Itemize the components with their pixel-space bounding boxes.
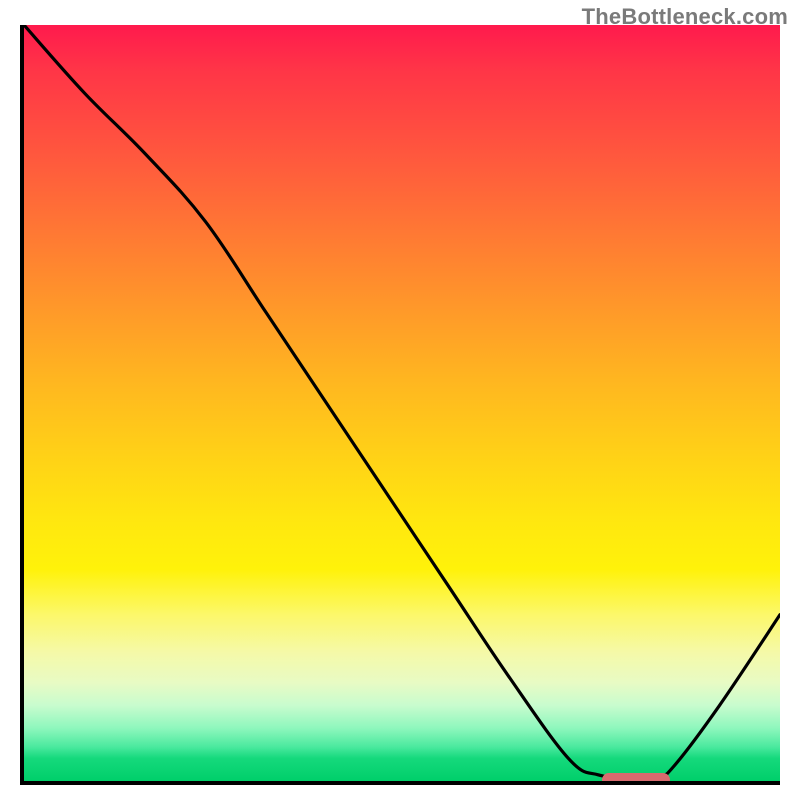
- optimal-range-marker: [602, 773, 670, 785]
- plot-area: [20, 25, 780, 785]
- bottleneck-curve: [24, 25, 780, 777]
- curve-svg: [24, 25, 780, 781]
- watermark-text: TheBottleneck.com: [582, 4, 788, 30]
